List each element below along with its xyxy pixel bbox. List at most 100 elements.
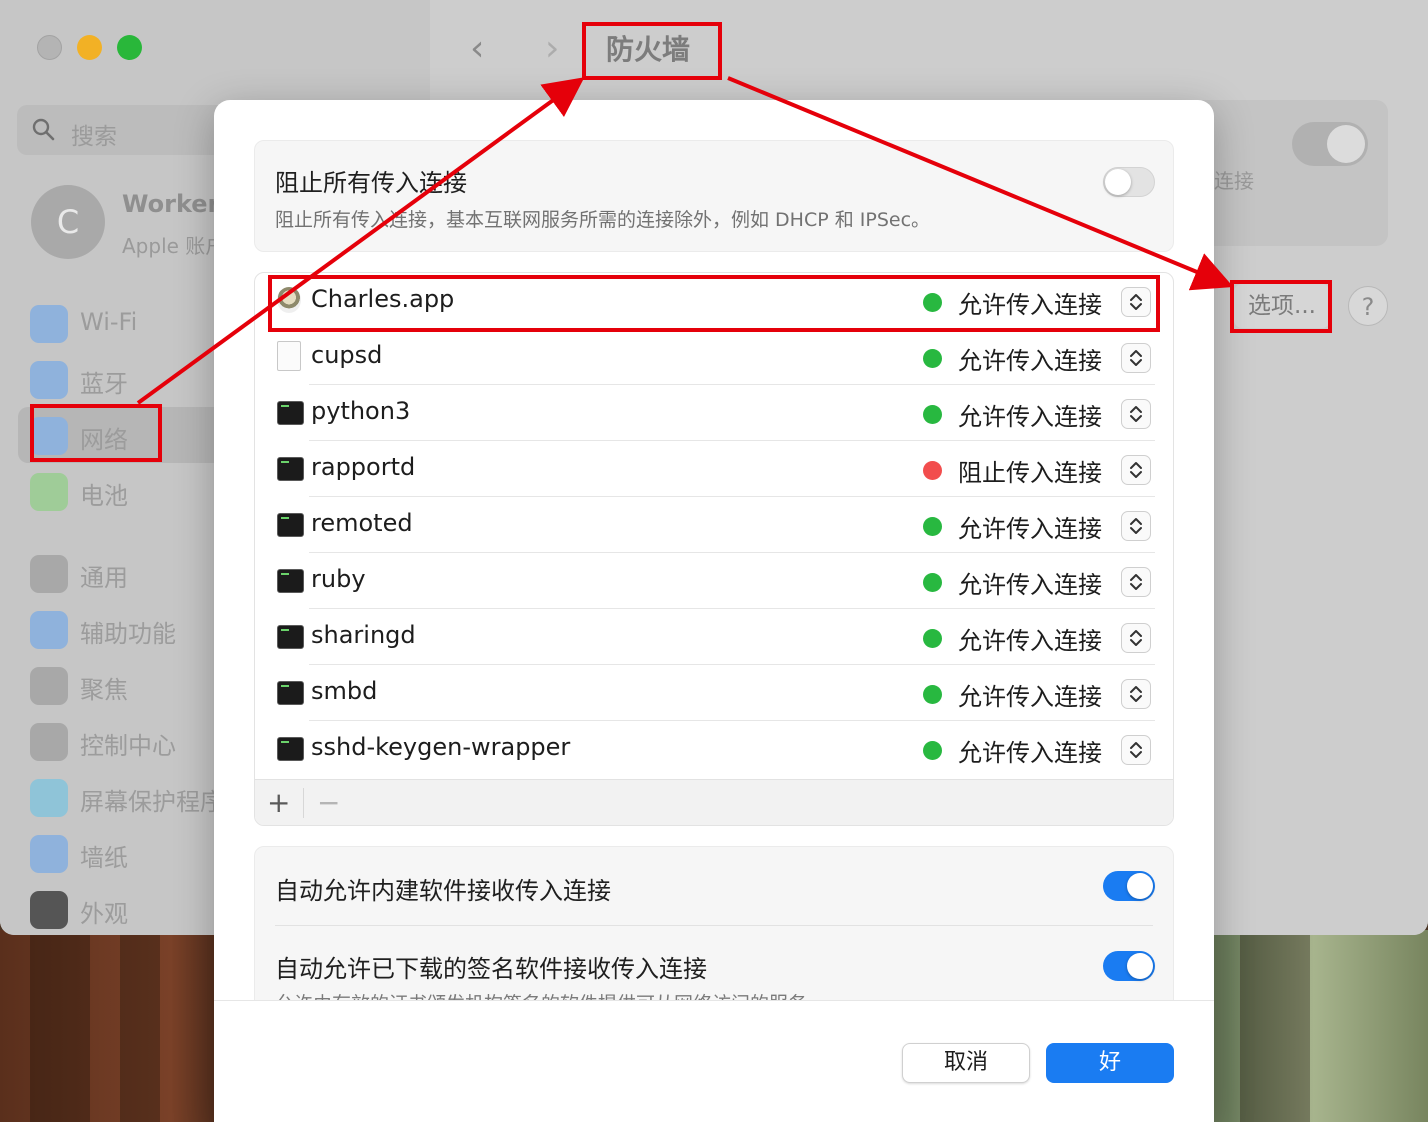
status-dot-icon xyxy=(923,629,942,648)
sidebar-item-label: Wi-Fi xyxy=(80,308,138,336)
status-dot-icon xyxy=(923,349,942,368)
network-highlight-box xyxy=(30,404,162,462)
document-icon xyxy=(277,341,301,371)
popup-chevron-up-down-icon[interactable] xyxy=(1121,399,1151,429)
firewall-toggle[interactable] xyxy=(1292,122,1368,166)
popup-chevron-up-down-icon[interactable] xyxy=(1121,511,1151,541)
status-dot-icon xyxy=(923,517,942,536)
block-all-description: 阻止所有传入连接，基本互联网服务所需的连接除外，例如 DHCP 和 IPSec。 xyxy=(275,209,931,231)
app-row[interactable]: sharingd 允许传入连接 xyxy=(275,609,1155,665)
sidebar-item-label: 辅助功能 xyxy=(80,620,176,648)
block-all-toggle[interactable] xyxy=(1103,167,1155,197)
app-name: smbd xyxy=(311,677,378,705)
add-app-button[interactable]: + xyxy=(267,786,290,819)
help-button[interactable]: ? xyxy=(1348,286,1388,326)
app-name: sshd-keygen-wrapper xyxy=(311,733,571,761)
app-row[interactable]: smbd 允许传入连接 xyxy=(275,665,1155,721)
battery-icon xyxy=(30,473,68,511)
popup-chevron-up-down-icon[interactable] xyxy=(1121,455,1151,485)
sidebar-item-label: 电池 xyxy=(80,482,128,510)
magnifier-icon xyxy=(30,667,68,705)
app-name: python3 xyxy=(311,397,411,425)
forward-chevron-icon[interactable]: › xyxy=(545,28,559,69)
sidebar-item-label: 蓝牙 xyxy=(80,370,128,398)
divider xyxy=(275,925,1153,926)
app-row[interactable]: rapportd 阻止传入连接 xyxy=(275,441,1155,497)
status-dot-icon xyxy=(923,573,942,592)
sidebar-item-label: 外观 xyxy=(80,900,128,928)
terminal-icon xyxy=(277,513,304,537)
status-popup-label[interactable]: 允许传入连接 xyxy=(958,509,1102,544)
app-name: ruby xyxy=(311,565,366,593)
status-popup-label[interactable]: 允许传入连接 xyxy=(958,341,1102,376)
back-chevron-icon[interactable]: ‹ xyxy=(470,28,484,69)
charles-row-highlight-box xyxy=(268,275,1160,332)
status-dot-icon xyxy=(923,685,942,704)
terminal-icon xyxy=(277,625,304,649)
app-name: rapportd xyxy=(311,453,416,481)
popup-chevron-up-down-icon[interactable] xyxy=(1121,623,1151,653)
account-name[interactable]: Worker xyxy=(122,190,219,218)
search-placeholder: 搜索 xyxy=(71,124,117,150)
accessibility-icon xyxy=(30,611,68,649)
firewall-card-text: 连接 xyxy=(1214,169,1254,193)
terminal-icon xyxy=(277,681,304,705)
control-center-icon xyxy=(30,723,68,761)
popup-chevron-up-down-icon[interactable] xyxy=(1121,567,1151,597)
title-highlight-box xyxy=(582,22,722,80)
status-popup-label[interactable]: 阻止传入连接 xyxy=(958,453,1102,488)
auto-signed-description: 允许由有效的证书颁发机构签名的软件提供可从网络访问的服务。 xyxy=(275,989,826,1000)
sidebar-item-label: 墙纸 xyxy=(80,844,128,872)
ok-button[interactable]: 好 xyxy=(1046,1043,1174,1083)
auto-signed-toggle[interactable] xyxy=(1103,951,1155,981)
app-row[interactable]: ruby 允许传入连接 xyxy=(275,553,1155,609)
zoom-window-button[interactable] xyxy=(117,35,142,60)
sidebar-item-label: 控制中心 xyxy=(80,732,176,760)
minimize-window-button[interactable] xyxy=(77,35,102,60)
block-all-title: 阻止所有传入连接 xyxy=(275,169,467,197)
wallpaper-flower-icon xyxy=(30,835,68,873)
auto-builtin-toggle[interactable] xyxy=(1103,871,1155,901)
popup-chevron-up-down-icon[interactable] xyxy=(1121,679,1151,709)
account-subtitle[interactable]: Apple 账户 xyxy=(122,230,225,259)
sheet-button-bar: 取消 好 xyxy=(214,1000,1214,1122)
auto-builtin-label: 自动允许内建软件接收传入连接 xyxy=(275,877,611,905)
close-window-button[interactable] xyxy=(37,35,62,60)
status-dot-icon xyxy=(923,405,942,424)
status-popup-label[interactable]: 允许传入连接 xyxy=(958,733,1102,768)
firewall-options-sheet: 阻止所有传入连接 阻止所有传入连接，基本互联网服务所需的连接除外，例如 DHCP… xyxy=(214,100,1214,1122)
status-popup-label[interactable]: 允许传入连接 xyxy=(958,677,1102,712)
popup-chevron-up-down-icon[interactable] xyxy=(1121,343,1151,373)
status-dot-icon xyxy=(923,741,942,760)
cancel-button[interactable]: 取消 xyxy=(902,1043,1030,1083)
sidebar-item-label: 通用 xyxy=(80,564,128,592)
auto-allow-card: 自动允许内建软件接收传入连接 自动允许已下载的签名软件接收传入连接 允许由有效的… xyxy=(254,846,1174,1000)
app-list-footer: + − xyxy=(255,779,1173,825)
sidebar-item-label: 屏幕保护程序 xyxy=(80,788,224,816)
screensaver-icon xyxy=(30,779,68,817)
footer-divider xyxy=(303,788,304,818)
block-all-card: 阻止所有传入连接 阻止所有传入连接，基本互联网服务所需的连接除外，例如 DHCP… xyxy=(254,140,1174,252)
wifi-icon xyxy=(30,305,68,343)
app-row[interactable]: cupsd 允许传入连接 xyxy=(275,329,1155,385)
popup-chevron-up-down-icon[interactable] xyxy=(1121,735,1151,765)
app-row[interactable]: python3 允许传入连接 xyxy=(275,385,1155,441)
status-popup-label[interactable]: 允许传入连接 xyxy=(958,621,1102,656)
status-dot-icon xyxy=(923,461,942,480)
app-row[interactable]: sshd-keygen-wrapper 允许传入连接 xyxy=(275,721,1155,777)
app-name: sharingd xyxy=(311,621,416,649)
avatar[interactable]: C xyxy=(31,185,105,259)
app-row[interactable]: remoted 允许传入连接 xyxy=(275,497,1155,553)
gear-icon xyxy=(30,555,68,593)
terminal-icon xyxy=(277,737,304,761)
app-name: cupsd xyxy=(311,341,383,369)
app-name: remoted xyxy=(311,509,413,537)
remove-app-button[interactable]: − xyxy=(317,786,340,819)
bluetooth-icon xyxy=(30,361,68,399)
appearance-icon xyxy=(30,891,68,929)
status-popup-label[interactable]: 允许传入连接 xyxy=(958,565,1102,600)
sheet-scroll-area[interactable]: 阻止所有传入连接 阻止所有传入连接，基本互联网服务所需的连接除外，例如 DHCP… xyxy=(214,100,1214,1000)
terminal-icon xyxy=(277,569,304,593)
status-popup-label[interactable]: 允许传入连接 xyxy=(958,397,1102,432)
app-list: Charles.app 允许传入连接 cupsd 允许传入连接 python3 允许传入连… xyxy=(254,272,1174,826)
